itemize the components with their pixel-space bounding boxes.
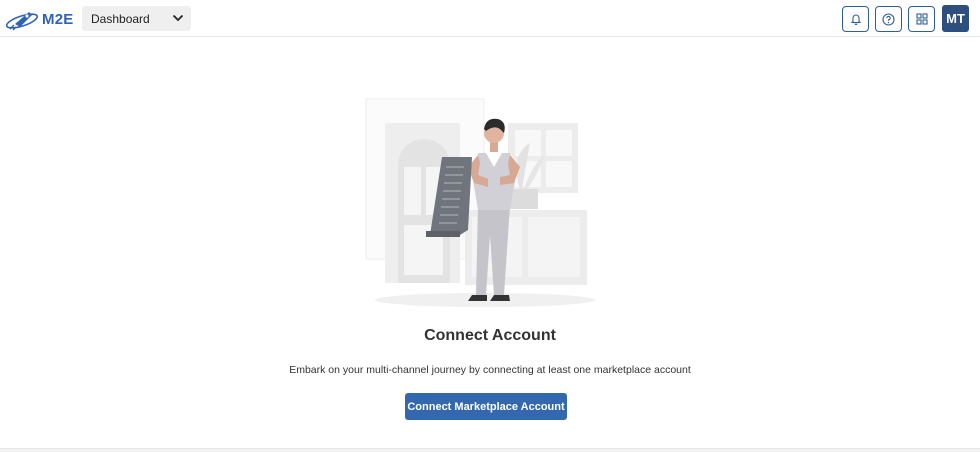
empty-state-illustration (365, 98, 595, 307)
page-bottom-divider (0, 448, 980, 452)
chevron-down-icon (172, 14, 184, 22)
top-bar: M2E Dashboard MT (0, 0, 980, 37)
view-select-value: Dashboard (91, 11, 150, 26)
view-select-dropdown[interactable]: Dashboard (82, 6, 191, 31)
apps-button[interactable] (908, 6, 935, 32)
logo-text: M2E (42, 11, 74, 28)
rocket-logo-icon (5, 12, 39, 31)
notifications-button[interactable] (842, 6, 869, 32)
help-icon (882, 12, 895, 26)
help-button[interactable] (875, 6, 902, 32)
connect-marketplace-account-button[interactable]: Connect Marketplace Account (405, 393, 567, 420)
bell-icon (850, 14, 861, 25)
user-avatar[interactable]: MT (942, 5, 969, 32)
apps-grid-icon (915, 13, 928, 25)
m2e-logo[interactable]: M2E (5, 6, 73, 32)
empty-state-description: Embark on your multi-channel journey by … (289, 364, 691, 376)
empty-state-title: Connect Account (424, 327, 556, 344)
